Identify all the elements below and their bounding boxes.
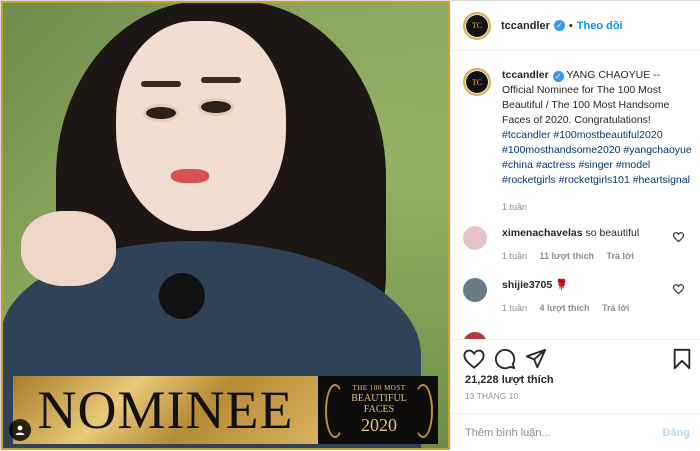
- comment-body: shijie3705 🌹 1 tuần 4 lượt thích Trả lời: [502, 278, 639, 315]
- comment-input[interactable]: Thêm bình luận...: [465, 427, 551, 439]
- comment-item-partial: [463, 332, 698, 339]
- separator-dot: •: [568, 19, 573, 32]
- comment-text: 🌹: [555, 279, 569, 291]
- caption-hashtags[interactable]: #tccandler #100mostbeautiful2020 #100mos…: [502, 129, 692, 186]
- comment-likes[interactable]: 11 lượt thích: [540, 251, 594, 261]
- comment-icon[interactable]: [494, 348, 516, 370]
- avatar[interactable]: [463, 332, 487, 339]
- comment-composer: Thêm bình luận... Đăng: [451, 413, 700, 451]
- award-seal: THE 100 MOST BEAUTIFUL FACES 2020: [323, 379, 435, 441]
- avatar[interactable]: TC: [463, 68, 491, 96]
- post-actions: 21,228 lượt thích 13 THÁNG 10 Thêm bình …: [451, 339, 700, 450]
- comment-text: so beautiful: [585, 227, 640, 239]
- post-caption: TC tccandler ✓ YANG CHAOYUE -- Official N…: [463, 68, 693, 215]
- avatar[interactable]: TC: [463, 11, 491, 40]
- user-icon[interactable]: [9, 419, 31, 441]
- comment-meta: 1 tuần 11 lượt thích Trả lời: [502, 249, 644, 263]
- comment-username[interactable]: ximenachavelas: [502, 227, 583, 239]
- user-icon-glyph: [15, 425, 25, 435]
- action-icons: [463, 348, 693, 370]
- comment-likes[interactable]: 4 lượt thích: [540, 303, 590, 313]
- comment-meta: 1 tuần 4 lượt thích Trả lời: [502, 301, 639, 315]
- comment-age: 1 tuần: [502, 303, 528, 313]
- nominee-banner: NOMINEE THE 100 MOST BEAUTIFUL FACES 202…: [13, 376, 438, 444]
- post-comment-button[interactable]: Đăng: [663, 427, 691, 439]
- verified-icon: ✓: [553, 20, 565, 31]
- heart-icon[interactable]: [463, 348, 485, 370]
- comments-scroll[interactable]: TC tccandler ✓ YANG CHAOYUE -- Official N…: [451, 52, 700, 339]
- reply-button[interactable]: Trả lời: [607, 251, 634, 261]
- laurel-icon: [413, 384, 433, 438]
- caption-age: 1 tuần: [502, 202, 528, 212]
- post-date[interactable]: 13 THÁNG 10: [465, 392, 518, 401]
- post-header: TC tccandler ✓ • Theo dõi: [451, 1, 700, 51]
- follow-button[interactable]: Theo dõi: [577, 20, 623, 32]
- comment-body: ximenachavelas so beautiful 1 tuần 11 lư…: [502, 226, 644, 263]
- verified-icon: ✓: [552, 71, 564, 82]
- comment-username[interactable]: shijie3705: [502, 279, 552, 291]
- avatar[interactable]: [463, 226, 487, 250]
- post-side-panel: TC tccandler ✓ • Theo dõi TC tccandler ✓ …: [450, 1, 700, 450]
- share-icon[interactable]: [525, 348, 547, 370]
- banner-word: NOMINEE: [37, 380, 294, 440]
- avatar[interactable]: [463, 278, 487, 302]
- likes-count[interactable]: 21,228 lượt thích: [465, 374, 554, 386]
- heart-icon[interactable]: [673, 284, 684, 294]
- heart-icon[interactable]: [673, 232, 684, 242]
- header-username[interactable]: tccandler: [501, 20, 550, 32]
- laurel-icon: [325, 384, 345, 438]
- comment-item: ximenachavelas so beautiful 1 tuần 11 lư…: [463, 226, 698, 263]
- comment-age: 1 tuần: [502, 251, 528, 261]
- caption-username[interactable]: tccandler: [502, 69, 549, 81]
- bookmark-icon[interactable]: [671, 348, 693, 370]
- reply-button[interactable]: Trả lời: [602, 303, 629, 313]
- caption-text: tccandler ✓ YANG CHAOYUE -- Official Nomi…: [502, 68, 693, 215]
- instagram-post: NOMINEE THE 100 MOST BEAUTIFUL FACES 202…: [0, 0, 700, 450]
- post-photo[interactable]: NOMINEE THE 100 MOST BEAUTIFUL FACES 202…: [1, 1, 450, 450]
- comment-item: shijie3705 🌹 1 tuần 4 lượt thích Trả lời: [463, 278, 698, 315]
